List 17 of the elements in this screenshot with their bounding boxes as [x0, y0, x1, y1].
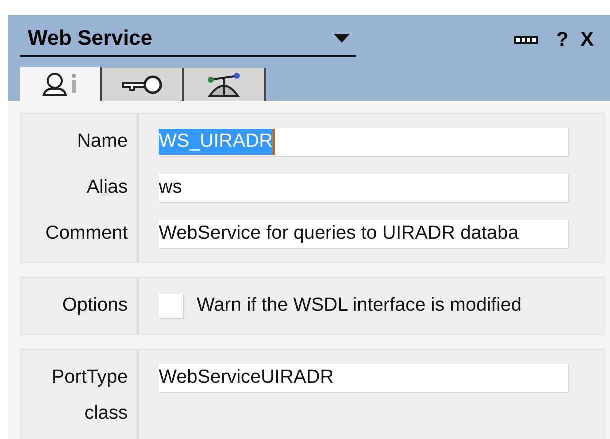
caret-icon — [334, 34, 350, 44]
title-dropdown[interactable]: Web Service — [20, 23, 356, 56]
tab[interactable] — [184, 68, 266, 101]
checkbox-label: Warn if the WSDL interface is modified — [197, 294, 522, 318]
field-label: Options — [62, 294, 128, 318]
antenna-icon — [206, 72, 242, 98]
checkbox[interactable] — [159, 294, 183, 318]
tab[interactable] — [102, 68, 184, 101]
help-button[interactable]: ? — [550, 30, 575, 50]
field-label: Comment — [46, 222, 128, 246]
field-label: PortType class — [52, 366, 128, 426]
close-button[interactable]: X — [574, 30, 600, 50]
tab[interactable] — [20, 67, 102, 101]
key-icon — [120, 74, 164, 96]
pin-icon[interactable] — [514, 36, 538, 44]
field-label: Alias — [86, 176, 128, 200]
field-label: Name — [77, 130, 128, 154]
